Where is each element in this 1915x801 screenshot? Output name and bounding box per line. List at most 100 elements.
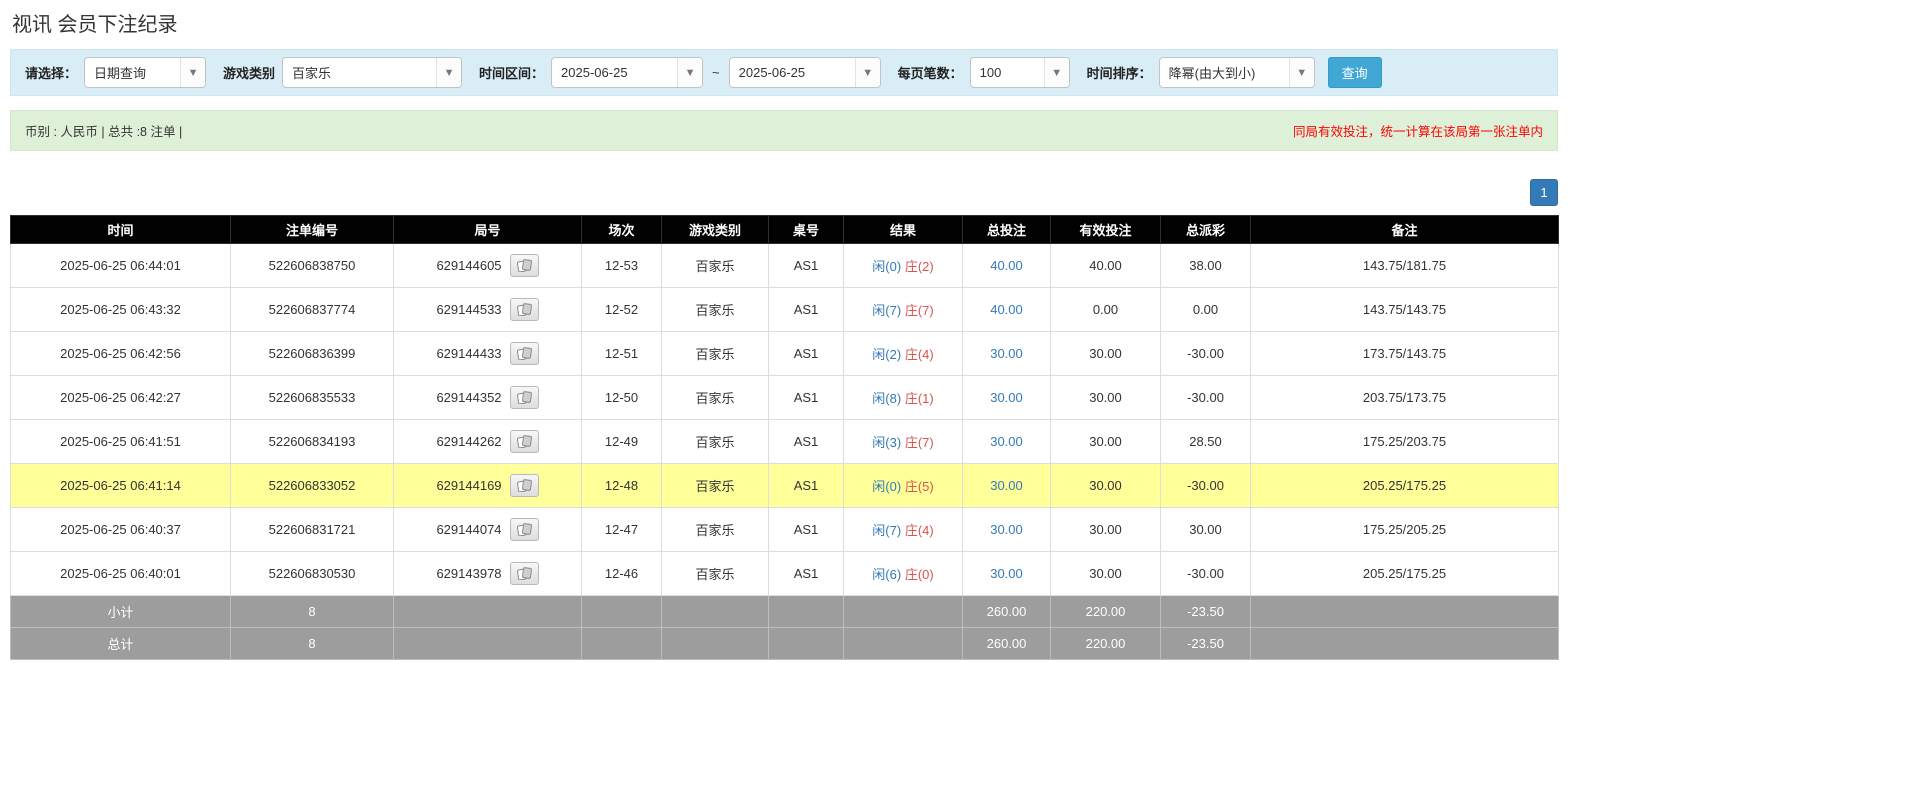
sort-order-select[interactable]: 降幂(由大到小) ▼	[1159, 57, 1315, 88]
game-type-cell: 百家乐	[662, 420, 769, 464]
note-cell: 173.75/143.75	[1251, 332, 1559, 376]
page-title: 视讯 会员下注纪录	[10, 4, 1558, 49]
view-cards-button[interactable]	[510, 518, 539, 541]
total-bet-link[interactable]: 30.00	[990, 434, 1023, 449]
summary-cell: -23.50	[1161, 628, 1251, 660]
result-player: 闲(6)	[872, 567, 901, 582]
total-bet-link[interactable]: 30.00	[990, 566, 1023, 581]
total-bet-link[interactable]: 40.00	[990, 302, 1023, 317]
round-id: 629144433	[436, 346, 501, 361]
chevron-down-icon: ▼	[1289, 58, 1314, 87]
payout-cell: -30.00	[1161, 376, 1251, 420]
summary-cell	[1251, 596, 1559, 628]
table-footer: 小计8260.00220.00-23.50总计8260.00220.00-23.…	[11, 596, 1559, 660]
summary-cell	[844, 628, 963, 660]
table-row: 2025-06-25 06:40:37 522606831721 6291440…	[11, 508, 1559, 552]
table-row: 2025-06-25 06:44:01 522606838750 6291446…	[11, 244, 1559, 288]
column-header: 游戏类别	[662, 216, 769, 244]
view-cards-button[interactable]	[510, 430, 539, 453]
filter-bar: 请选择： 日期查询 ▼ 游戏类别 百家乐 ▼ 时间区间： 2025-06-25 …	[10, 49, 1558, 96]
page-size-select[interactable]: 100 ▼	[970, 57, 1070, 88]
total-bet-link[interactable]: 30.00	[990, 390, 1023, 405]
result-player: 闲(7)	[872, 303, 901, 318]
bet-id-cell: 522606834193	[231, 420, 394, 464]
date-range-separator: ~	[710, 65, 722, 80]
result-banker: 庄(4)	[905, 347, 934, 362]
view-cards-button[interactable]	[510, 386, 539, 409]
summary-cell: 8	[231, 628, 394, 660]
table-row: 2025-06-25 06:42:27 522606835533 6291443…	[11, 376, 1559, 420]
table-no-cell: AS1	[769, 420, 844, 464]
result-cell: 闲(8) 庄(1)	[844, 376, 963, 420]
summary-right-text: 同局有效投注，统一计算在该局第一张注单内	[1293, 121, 1543, 140]
date-from-select[interactable]: 2025-06-25 ▼	[551, 57, 703, 88]
table-row: 2025-06-25 06:41:14 522606833052 6291441…	[11, 464, 1559, 508]
date-to-select[interactable]: 2025-06-25 ▼	[729, 57, 881, 88]
session-cell: 12-48	[582, 464, 662, 508]
column-header: 场次	[582, 216, 662, 244]
view-cards-button[interactable]	[510, 254, 539, 277]
time-cell: 2025-06-25 06:44:01	[11, 244, 231, 288]
total-bet-link[interactable]: 30.00	[990, 346, 1023, 361]
round-id: 629144605	[436, 258, 501, 273]
page-button-1[interactable]: 1	[1530, 179, 1558, 206]
session-cell: 12-47	[582, 508, 662, 552]
summary-label: 小计	[11, 596, 231, 628]
total-bet-cell: 40.00	[963, 244, 1051, 288]
game-type-select[interactable]: 百家乐 ▼	[282, 57, 462, 88]
page-size-value: 100	[971, 65, 1002, 80]
cards-icon	[517, 567, 532, 580]
total-bet-link[interactable]: 40.00	[990, 258, 1023, 273]
page-container: 视讯 会员下注纪录 请选择： 日期查询 ▼ 游戏类别 百家乐 ▼ 时间区间： 2…	[10, 4, 1558, 660]
payout-cell: -30.00	[1161, 332, 1251, 376]
game-type-value: 百家乐	[283, 63, 331, 82]
total-bet-link[interactable]: 30.00	[990, 522, 1023, 537]
summary-row: 小计8260.00220.00-23.50	[11, 596, 1559, 628]
column-header: 有效投注	[1051, 216, 1161, 244]
round-id: 629144352	[436, 390, 501, 405]
round-id: 629143978	[436, 566, 501, 581]
view-cards-button[interactable]	[510, 562, 539, 585]
query-type-select[interactable]: 日期查询 ▼	[84, 57, 206, 88]
bet-id-cell: 522606837774	[231, 288, 394, 332]
table-no-cell: AS1	[769, 288, 844, 332]
page-size-label: 每页笔数：	[898, 63, 963, 82]
view-cards-button[interactable]	[510, 342, 539, 365]
date-from-value: 2025-06-25	[552, 65, 628, 80]
column-header: 局号	[394, 216, 582, 244]
result-cell: 闲(0) 庄(2)	[844, 244, 963, 288]
time-cell: 2025-06-25 06:40:01	[11, 552, 231, 596]
result-cell: 闲(3) 庄(7)	[844, 420, 963, 464]
note-cell: 205.25/175.25	[1251, 464, 1559, 508]
summary-cell	[394, 628, 582, 660]
result-banker: 庄(7)	[905, 303, 934, 318]
summary-cell	[844, 596, 963, 628]
round-id: 629144262	[436, 434, 501, 449]
view-cards-button[interactable]	[510, 474, 539, 497]
column-header: 总派彩	[1161, 216, 1251, 244]
round-cell: 629144074	[394, 508, 582, 552]
valid-bet-cell: 30.00	[1051, 376, 1161, 420]
chevron-down-icon: ▼	[677, 58, 702, 87]
game-type-cell: 百家乐	[662, 244, 769, 288]
session-cell: 12-51	[582, 332, 662, 376]
chevron-down-icon: ▼	[1044, 58, 1069, 87]
time-cell: 2025-06-25 06:41:14	[11, 464, 231, 508]
result-player: 闲(2)	[872, 347, 901, 362]
result-banker: 庄(0)	[905, 567, 934, 582]
note-cell: 203.75/173.75	[1251, 376, 1559, 420]
table-row: 2025-06-25 06:40:01 522606830530 6291439…	[11, 552, 1559, 596]
view-cards-button[interactable]	[510, 298, 539, 321]
summary-cell	[769, 596, 844, 628]
game-type-cell: 百家乐	[662, 552, 769, 596]
total-bet-link[interactable]: 30.00	[990, 478, 1023, 493]
column-header: 结果	[844, 216, 963, 244]
note-cell: 143.75/143.75	[1251, 288, 1559, 332]
payout-cell: 38.00	[1161, 244, 1251, 288]
search-button[interactable]: 查询	[1328, 57, 1382, 88]
note-cell: 175.25/203.75	[1251, 420, 1559, 464]
result-player: 闲(0)	[872, 259, 901, 274]
table-no-cell: AS1	[769, 332, 844, 376]
table-row: 2025-06-25 06:41:51 522606834193 6291442…	[11, 420, 1559, 464]
valid-bet-cell: 30.00	[1051, 552, 1161, 596]
